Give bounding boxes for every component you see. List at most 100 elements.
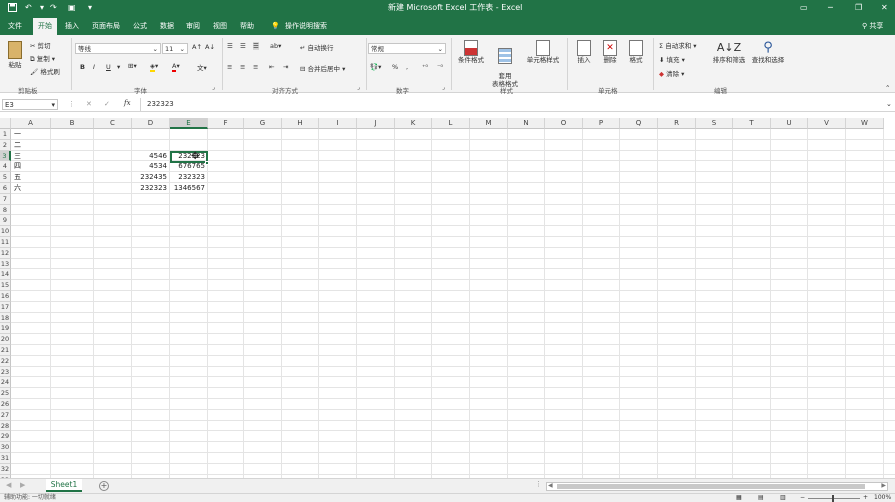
align-bottom-icon[interactable]: ☰ (253, 42, 259, 50)
zoom-out-icon[interactable]: − (800, 494, 805, 502)
add-sheet-icon[interactable]: + (99, 481, 109, 491)
expand-formula-icon[interactable]: ⌄ (886, 100, 892, 108)
fill-button[interactable]: ⬇ 填充 ▾ (659, 54, 685, 64)
cell-E5[interactable]: 232323 (170, 172, 205, 183)
format-painter-button[interactable]: 🖌 格式刷 (30, 66, 60, 76)
formula-input[interactable]: 232323 (147, 100, 174, 108)
next-sheet-icon[interactable]: ▶ (20, 481, 25, 489)
row-header-16[interactable]: 16 (0, 291, 11, 302)
normal-view-icon[interactable]: ▦ (736, 494, 742, 502)
conditional-format-button[interactable]: 条件格式 (455, 40, 487, 64)
font-size-select[interactable]: 11 ⌄ (162, 43, 188, 54)
column-header-D[interactable]: D (132, 118, 170, 129)
redo-icon[interactable]: ↷ (50, 3, 57, 13)
zoom-level[interactable]: 100% (874, 494, 891, 502)
underline-button[interactable]: U (106, 63, 111, 71)
restore-icon[interactable]: ❐ (855, 3, 862, 13)
column-header-W[interactable]: W (846, 118, 884, 129)
increase-font-icon[interactable]: A↑ (192, 43, 202, 51)
zoom-in-icon[interactable]: + (863, 494, 868, 502)
column-header-P[interactable]: P (583, 118, 620, 129)
select-all-corner[interactable] (0, 118, 11, 129)
row-header-31[interactable]: 31 (0, 453, 11, 464)
column-header-N[interactable]: N (508, 118, 545, 129)
wrap-text-button[interactable]: ↵ 自动换行 (300, 42, 334, 52)
insert-function-button[interactable]: fx (124, 99, 131, 107)
row-header-10[interactable]: 10 (0, 226, 11, 237)
decrease-indent-icon[interactable]: ⇤ (269, 63, 274, 71)
collapse-ribbon-icon[interactable]: ⌃ (885, 84, 890, 92)
font-name-select[interactable]: 等线 ⌄ (75, 43, 161, 54)
tab-view[interactable]: 视图 (213, 21, 227, 31)
column-header-R[interactable]: R (658, 118, 696, 129)
column-header-O[interactable]: O (545, 118, 583, 129)
insert-cells-button[interactable]: 插入 (572, 40, 596, 64)
row-header-1[interactable]: 1 (0, 129, 11, 140)
italic-button[interactable]: I (93, 63, 95, 71)
form-icon[interactable]: ▣ (68, 3, 76, 13)
row-header-12[interactable]: 12 (0, 247, 11, 259)
page-layout-view-icon[interactable]: ▤ (758, 494, 764, 502)
column-header-F[interactable]: F (208, 118, 244, 129)
cell-D3[interactable]: 4546 (132, 151, 167, 162)
cut-button[interactable]: ✂ 剪切 (30, 40, 51, 50)
dialog-launcher-icon[interactable]: ⌟ (357, 84, 360, 91)
row-header-20[interactable]: 20 (0, 334, 11, 345)
column-header-K[interactable]: K (395, 118, 432, 129)
enter-icon[interactable]: ✓ (104, 100, 110, 108)
row-header-11[interactable]: 11 (0, 237, 11, 248)
column-header-L[interactable]: L (432, 118, 470, 129)
name-box[interactable]: E3 ▾ (2, 99, 58, 110)
tab-help[interactable]: 帮助 (240, 21, 254, 31)
autosum-button[interactable]: Σ 自动求和 ▾ (659, 40, 697, 50)
orientation-icon[interactable]: ab▾ (270, 42, 281, 50)
column-header-A[interactable]: A (11, 118, 51, 129)
row-header-24[interactable]: 24 (0, 377, 11, 389)
bold-button[interactable]: B (80, 63, 85, 71)
align-middle-icon[interactable]: ☰ (240, 42, 246, 50)
row-header-32[interactable]: 32 (0, 463, 11, 475)
undo-icon[interactable]: ↶ (25, 3, 32, 13)
prev-sheet-icon[interactable]: ◀ (6, 481, 11, 489)
column-header-I[interactable]: I (319, 118, 357, 129)
row-header-8[interactable]: 8 (0, 204, 11, 216)
cell-A1[interactable]: 一 (14, 129, 21, 140)
fill-color-icon[interactable]: ◈▾ (150, 62, 158, 72)
row-header-5[interactable]: 5 (0, 172, 11, 183)
dialog-launcher-icon[interactable]: ⌟ (212, 84, 215, 91)
increase-decimal-icon[interactable]: ⁺⁰ (422, 63, 428, 71)
tab-insert[interactable]: 插入 (65, 21, 79, 31)
column-header-H[interactable]: H (282, 118, 319, 129)
row-header-2[interactable]: 2 (0, 139, 11, 151)
cell-A6[interactable]: 六 (14, 183, 21, 194)
save-icon[interactable] (8, 3, 17, 15)
column-header-G[interactable]: G (244, 118, 282, 129)
horizontal-scrollbar[interactable]: ◀ ▶ (546, 482, 888, 491)
row-header-28[interactable]: 28 (0, 420, 11, 432)
cell-D6[interactable]: 232323 (132, 183, 167, 194)
cell-D5[interactable]: 232435 (132, 172, 167, 183)
page-break-view-icon[interactable]: ▥ (780, 494, 786, 502)
currency-icon[interactable]: 💱▾ (370, 63, 381, 71)
zoom-slider-thumb[interactable] (832, 495, 834, 502)
row-header-29[interactable]: 29 (0, 431, 11, 443)
column-header-B[interactable]: B (51, 118, 94, 129)
sheet-tab-sheet1[interactable]: Sheet1 (46, 479, 82, 492)
font-color-icon[interactable]: A▾ (172, 62, 180, 72)
cell-A2[interactable]: 二 (14, 140, 21, 151)
row-header-25[interactable]: 25 (0, 388, 11, 399)
find-select-button[interactable]: ⚲ 查找和选择 (749, 40, 787, 64)
row-header-3[interactable]: 3 (0, 150, 11, 162)
tab-file[interactable]: 文件 (8, 21, 22, 31)
increase-indent-icon[interactable]: ⇥ (283, 63, 288, 71)
dialog-launcher-icon[interactable]: ⌟ (442, 84, 445, 91)
minimize-icon[interactable]: ─ (828, 3, 833, 13)
row-header-9[interactable]: 9 (0, 215, 11, 227)
sort-filter-button[interactable]: A↓Z 排序和筛选 (710, 40, 748, 64)
column-header-V[interactable]: V (808, 118, 846, 129)
copy-button[interactable]: ⧉ 复制 ▾ (30, 53, 55, 64)
column-header-M[interactable]: M (470, 118, 508, 129)
tab-home[interactable]: 开始 (33, 18, 57, 35)
underline-dropdown-icon[interactable]: ▾ (117, 63, 120, 71)
row-header-27[interactable]: 27 (0, 409, 11, 421)
